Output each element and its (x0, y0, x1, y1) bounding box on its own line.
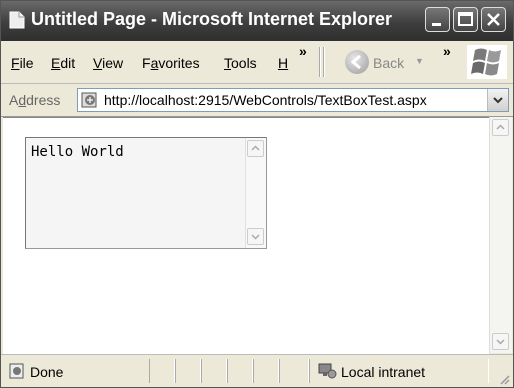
chevron-up-icon (496, 124, 505, 130)
menu-tools[interactable]: Tools (224, 55, 257, 71)
chevron-down-icon (251, 234, 260, 240)
textbox-scrollbar[interactable] (245, 138, 266, 248)
page-favicon-icon (81, 92, 97, 108)
back-dropdown-icon[interactable]: ▼ (415, 56, 424, 66)
toolbar-separator (319, 47, 321, 77)
windows-logo-icon (467, 45, 507, 79)
menu-edit[interactable]: Edit (51, 55, 75, 71)
maximize-icon (458, 12, 473, 26)
toolbar-overflow-chevron[interactable]: » (443, 43, 451, 59)
menu-file[interactable]: File (11, 55, 34, 71)
minimize-button[interactable] (425, 7, 450, 32)
address-input[interactable]: http://localhost:2915/WebControls/TextBo… (77, 88, 509, 112)
chevron-up-icon (251, 145, 260, 151)
chevron-down-icon (496, 339, 505, 345)
close-button[interactable] (481, 7, 506, 32)
status-panel (175, 359, 201, 383)
textbox[interactable]: Hello World (25, 137, 267, 249)
back-arrow-icon (345, 50, 369, 74)
status-panel (279, 359, 309, 383)
page-content: Hello World (3, 117, 489, 354)
textbox-scroll-up-button[interactable] (247, 140, 264, 157)
intranet-zone-icon (318, 363, 337, 379)
status-bar: Done Local intranet (1, 354, 513, 387)
address-bar: Address http://localhost:2915/WebControl… (1, 84, 513, 117)
page-done-icon (9, 363, 24, 379)
status-panel (201, 359, 227, 383)
maximize-button[interactable] (453, 7, 478, 32)
page-scroll-up-button[interactable] (492, 119, 509, 136)
zone-text: Local intranet (341, 364, 426, 380)
textbox-scroll-down-button[interactable] (247, 228, 264, 245)
status-text: Done (30, 364, 64, 380)
chevron-down-icon (493, 97, 503, 104)
menu-favorites[interactable]: Favorites (142, 55, 200, 71)
page-scrollbar[interactable] (489, 117, 512, 353)
resize-grip-icon[interactable] (498, 373, 510, 385)
minimize-icon (432, 23, 441, 26)
address-url: http://localhost:2915/WebControls/TextBo… (104, 92, 427, 108)
close-icon (487, 13, 500, 26)
textbox-value: Hello World (31, 144, 124, 160)
title-bar[interactable]: Untitled Page - Microsoft Internet Explo… (1, 1, 513, 41)
address-label: Address (9, 92, 61, 108)
status-panel (253, 359, 279, 383)
page-icon (9, 11, 25, 29)
back-label: Back (373, 55, 405, 71)
menu-overflow-chevron[interactable]: » (299, 43, 307, 59)
page-scroll-down-button[interactable] (492, 333, 509, 350)
menu-help[interactable]: H (278, 55, 288, 71)
menu-bar: File Edit View Favorites Tools H » Back … (1, 41, 513, 84)
toolbar-separator (323, 47, 325, 77)
browser-window: Untitled Page - Microsoft Internet Explo… (0, 0, 514, 388)
address-dropdown-button[interactable] (487, 89, 508, 111)
status-panel (227, 359, 253, 383)
menu-view[interactable]: View (93, 55, 123, 71)
window-title: Untitled Page - Microsoft Internet Explo… (31, 9, 393, 29)
status-panel (149, 359, 175, 383)
